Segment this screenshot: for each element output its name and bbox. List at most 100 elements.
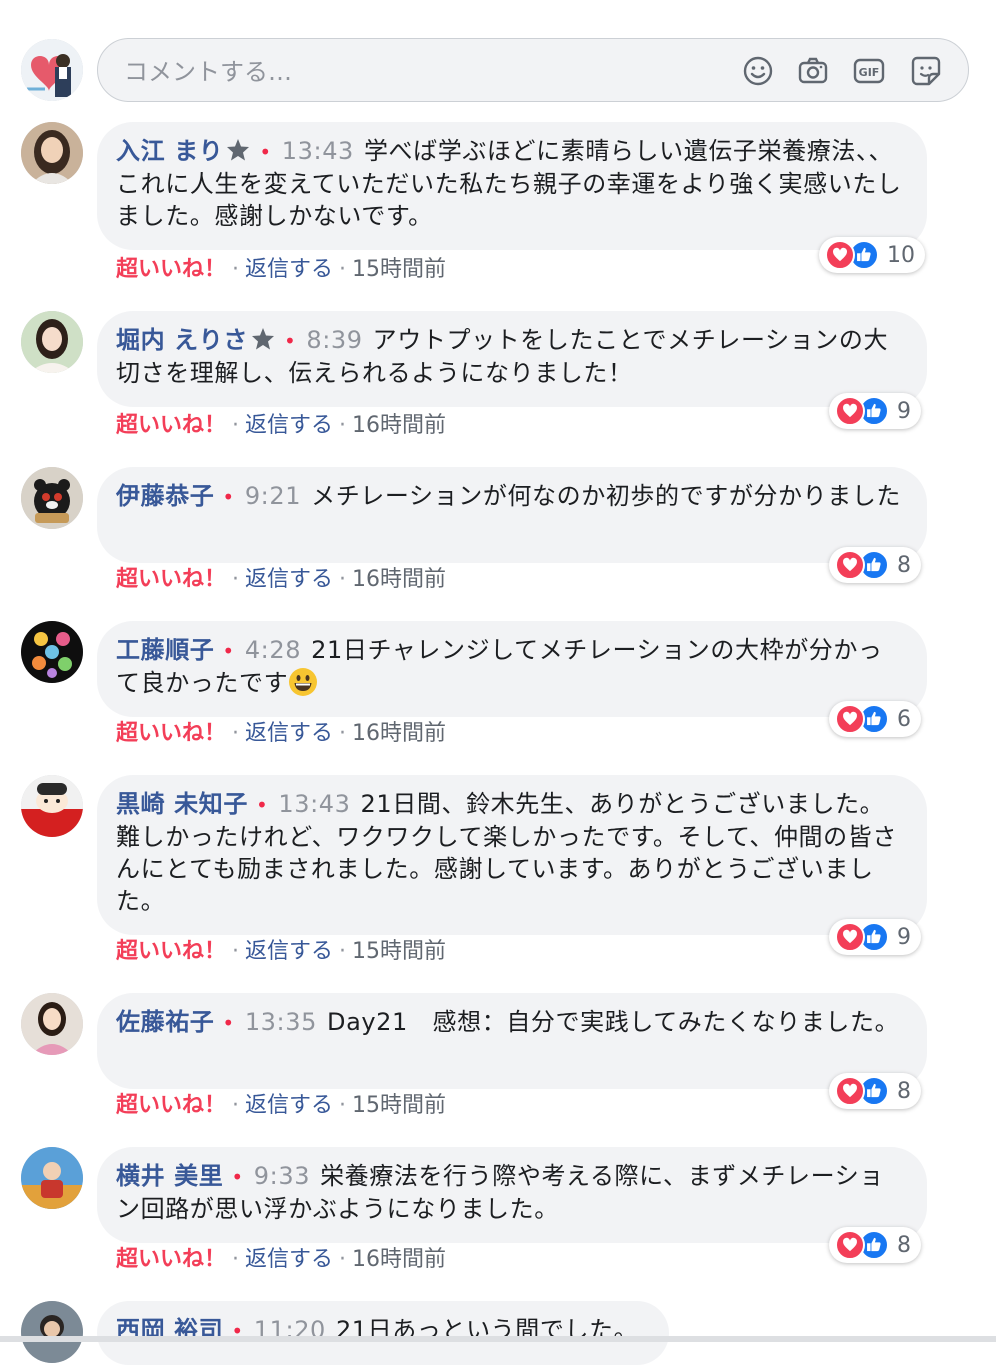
- reaction-count: 6: [897, 706, 911, 732]
- comment-actions: 超いいね！ · 返信する · 15時間前: [116, 257, 447, 282]
- emoji-icon[interactable]: [741, 54, 775, 88]
- comment-text-block: 西岡 裕司 • 11:20 21日あっという間でした。: [116, 1314, 647, 1347]
- reaction-count: 8: [897, 1078, 911, 1104]
- comment-actions: 超いいね！ · 返信する · 16時間前: [116, 567, 447, 592]
- love-reaction-icon: [835, 396, 865, 426]
- love-button[interactable]: 超いいね！: [116, 1247, 226, 1272]
- reply-button[interactable]: 返信する: [245, 257, 333, 282]
- comment-input[interactable]: [122, 55, 706, 89]
- comment-actions: 超いいね！ · 返信する · 16時間前: [116, 1247, 447, 1272]
- love-reaction-icon: [835, 704, 865, 734]
- love-button[interactable]: 超いいね！: [116, 1093, 226, 1118]
- comment-text: メチレーションが何なのか初歩的ですが分かりました: [311, 482, 902, 510]
- comment-text: Day21 感想：自分で実践してみたくなりました。: [326, 1008, 900, 1036]
- commenter-name[interactable]: 黒崎 未知子: [116, 790, 248, 818]
- reply-button[interactable]: 返信する: [245, 1247, 333, 1272]
- reaction-count: 10: [887, 242, 915, 268]
- commenter-avatar[interactable]: [21, 467, 83, 529]
- commenter-name[interactable]: 入江 まり: [116, 137, 223, 165]
- camera-icon[interactable]: [796, 54, 830, 88]
- comment-age[interactable]: 16時間前: [352, 1247, 446, 1272]
- comment-bubble: 佐藤祐子 • 13:35 Day21 感想：自分で実践してみたくなりました。: [97, 993, 927, 1089]
- comment-timestamp[interactable]: 13:43: [282, 137, 354, 165]
- reaction-summary[interactable]: 9: [829, 919, 921, 955]
- love-button[interactable]: 超いいね！: [116, 413, 226, 438]
- comment-timestamp[interactable]: 13:35: [245, 1008, 317, 1036]
- comment-age[interactable]: 15時間前: [352, 257, 446, 282]
- comment-bubble: 西岡 裕司 • 11:20 21日あっという間でした。: [97, 1301, 669, 1365]
- commenter-avatar[interactable]: [21, 1147, 83, 1209]
- comment-timestamp[interactable]: 9:33: [254, 1162, 310, 1190]
- separator-dot: •: [283, 329, 297, 353]
- comment-age[interactable]: 15時間前: [352, 939, 446, 964]
- comment-bubble: 横井 美里 • 9:33 栄養療法を行う際や考える際に、まずメチレーション回路が思い浮…: [97, 1147, 927, 1243]
- commenter-name[interactable]: 伊藤恭子: [116, 482, 214, 510]
- comment-text-block: 堀内 えりさ • 8:39 アウトプットをしたことでメチレーションの大切さを理解し、伝…: [116, 324, 905, 389]
- comment-text-block: 工藤順子 • 4:28 21日チャレンジしてメチレーションの大枠が分かって良かったです: [116, 634, 905, 699]
- comment-bubble: 入江 まり • 13:43 学べば学ぶほどに素晴らしい遺伝子栄養療法、、これに人生を変…: [97, 122, 927, 250]
- comment-timestamp[interactable]: 8:39: [306, 326, 362, 354]
- comment-actions: 超いいね！ · 返信する · 16時間前: [116, 721, 447, 746]
- comment-timestamp[interactable]: 4:28: [245, 636, 301, 664]
- love-button[interactable]: 超いいね！: [116, 257, 226, 282]
- reply-button[interactable]: 返信する: [245, 567, 333, 592]
- grinning-face-icon: [289, 668, 318, 696]
- comment-age[interactable]: 16時間前: [352, 721, 446, 746]
- commenter-name[interactable]: 工藤順子: [116, 636, 214, 664]
- love-reaction-icon: [835, 1230, 865, 1260]
- commenter-avatar[interactable]: [21, 1301, 83, 1363]
- love-reaction-icon: [825, 240, 855, 270]
- reaction-count: 8: [897, 1232, 911, 1258]
- separator-dot: •: [222, 639, 235, 663]
- reply-button[interactable]: 返信する: [245, 1093, 333, 1118]
- separator-dot: •: [222, 1011, 235, 1035]
- comment-actions: 超いいね！ · 返信する · 16時間前: [116, 413, 447, 438]
- comment-age[interactable]: 15時間前: [352, 1093, 446, 1118]
- reaction-summary[interactable]: 6: [829, 701, 921, 737]
- comment-age[interactable]: 16時間前: [352, 413, 446, 438]
- comment-timestamp[interactable]: 9:21: [245, 482, 301, 510]
- reaction-count: 9: [897, 398, 911, 424]
- comment-actions: 超いいね！ · 返信する · 15時間前: [116, 1093, 447, 1118]
- love-reaction-icon: [835, 922, 865, 952]
- reaction-summary[interactable]: 10: [819, 237, 925, 273]
- commenter-name[interactable]: 堀内 えりさ: [116, 326, 248, 354]
- comment-age[interactable]: 16時間前: [352, 567, 446, 592]
- reaction-count: 9: [897, 924, 911, 950]
- love-button[interactable]: 超いいね！: [116, 567, 226, 592]
- reply-button[interactable]: 返信する: [245, 939, 333, 964]
- commenter-avatar[interactable]: [21, 993, 83, 1055]
- comment-bubble: 黒崎 未知子 • 13:43 21日間、鈴木先生、ありがとうございました。難しかったけ…: [97, 775, 927, 935]
- love-reaction-icon: [835, 550, 865, 580]
- comment-timestamp[interactable]: 13:43: [278, 790, 350, 818]
- commenter-name[interactable]: 横井 美里: [116, 1162, 223, 1190]
- comment-bubble: 工藤順子 • 4:28 21日チャレンジしてメチレーションの大枠が分かって良かったです: [97, 621, 927, 717]
- comment-bubble: 堀内 えりさ • 8:39 アウトプットをしたことでメチレーションの大切さを理解し、伝…: [97, 311, 927, 407]
- comment-text-block: 黒崎 未知子 • 13:43 21日間、鈴木先生、ありがとうございました。難しかったけ…: [116, 788, 905, 917]
- separator-dot: •: [231, 1165, 244, 1189]
- reaction-summary[interactable]: 8: [829, 547, 921, 583]
- love-button[interactable]: 超いいね！: [116, 939, 226, 964]
- comment-text-block: 伊藤恭子 • 9:21 メチレーションが何なのか初歩的ですが分かりました: [116, 480, 905, 513]
- sticker-icon[interactable]: [909, 54, 943, 88]
- separator-dot: •: [222, 485, 235, 509]
- reply-button[interactable]: 返信する: [245, 721, 333, 746]
- commenter-avatar[interactable]: [21, 311, 83, 373]
- gif-icon[interactable]: GIF: [852, 54, 886, 88]
- comment-actions: 超いいね！ · 返信する · 15時間前: [116, 939, 447, 964]
- reaction-count: 8: [897, 552, 911, 578]
- commenter-name[interactable]: 佐藤祐子: [116, 1008, 214, 1036]
- commenter-avatar[interactable]: [21, 775, 83, 837]
- comment-bubble: 伊藤恭子 • 9:21 メチレーションが何なのか初歩的ですが分かりました: [97, 467, 927, 563]
- reaction-summary[interactable]: 8: [829, 1073, 921, 1109]
- current-user-avatar[interactable]: [21, 39, 83, 101]
- reaction-summary[interactable]: 9: [829, 393, 921, 429]
- reply-button[interactable]: 返信する: [245, 413, 333, 438]
- separator-dot: •: [255, 793, 269, 817]
- love-button[interactable]: 超いいね！: [116, 721, 226, 746]
- commenter-avatar[interactable]: [21, 621, 83, 683]
- comment-text-block: 入江 まり • 13:43 学べば学ぶほどに素晴らしい遺伝子栄養療法、、これに人生を変…: [116, 135, 905, 232]
- commenter-avatar[interactable]: [21, 122, 83, 184]
- reaction-summary[interactable]: 8: [829, 1227, 921, 1263]
- comment-composer[interactable]: GIF: [97, 38, 969, 102]
